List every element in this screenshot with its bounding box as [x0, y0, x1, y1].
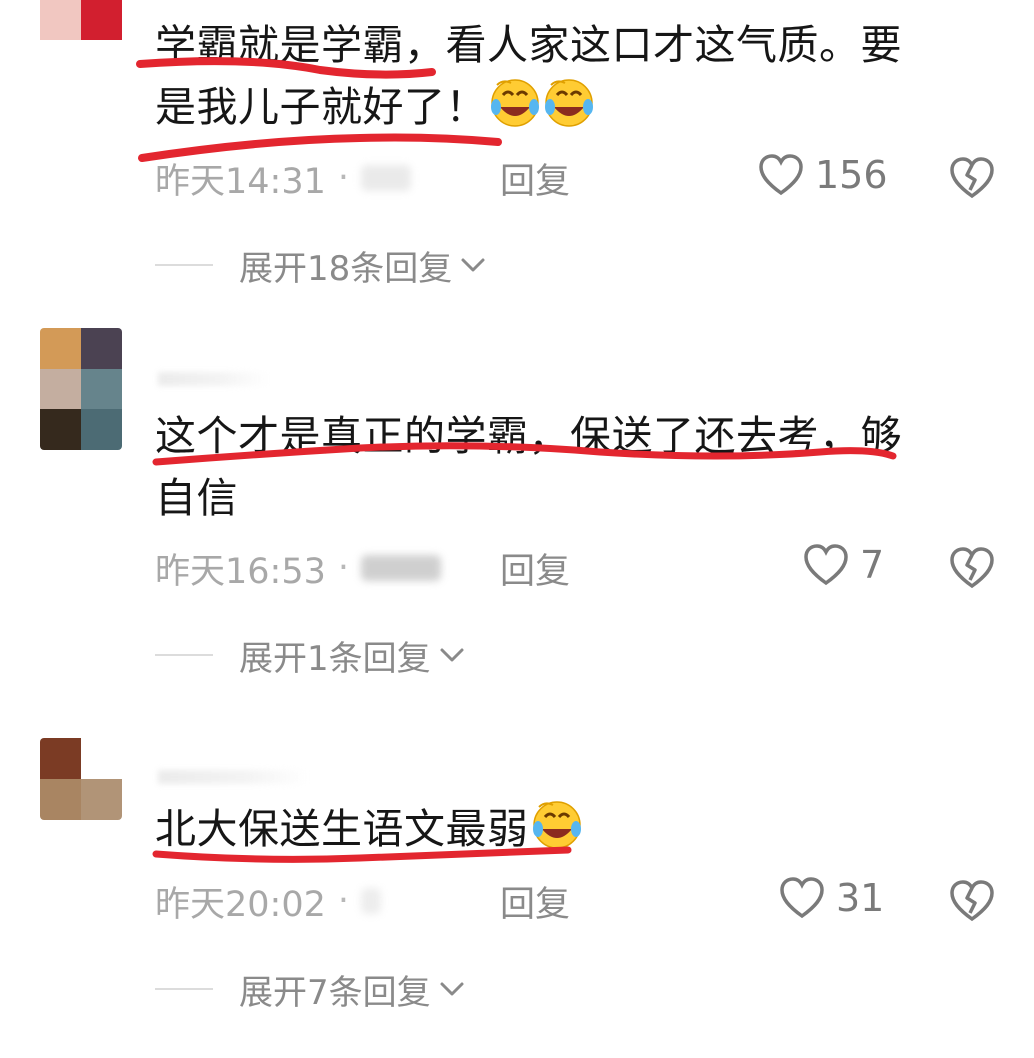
reply-button[interactable]: 回复	[500, 543, 570, 594]
separator-dot: ·	[337, 548, 350, 588]
comment-time: 昨天20:02	[155, 884, 326, 925]
expand-replies[interactable]: 展开7条回复	[155, 964, 465, 1014]
comment-text-line: 这个才是真正的学霸，保送了还去考，够	[155, 412, 902, 460]
blurred-location	[361, 555, 442, 581]
separator-dot: ·	[337, 158, 350, 198]
expand-label: 展开1条回复	[239, 638, 431, 679]
broken-heart-icon[interactable]	[948, 879, 996, 923]
comment-3: 北大保送生语文最弱 昨天20:02 · 回复 31 展开7条回复	[0, 798, 1034, 1058]
expand-replies[interactable]: 展开1条回复	[155, 630, 465, 680]
expand-replies[interactable]: 展开18条回复	[155, 240, 486, 290]
laughing-crying-emoji	[531, 799, 583, 851]
comment-text: 北大保送生语文最弱	[155, 798, 975, 860]
blurred-location	[361, 888, 382, 914]
laughing-crying-emoji	[543, 77, 595, 129]
chevron-down-icon	[440, 982, 464, 996]
blurred-username	[158, 770, 308, 784]
heart-outline-icon	[780, 877, 824, 919]
divider-line	[155, 988, 213, 990]
reply-button[interactable]: 回复	[500, 876, 570, 927]
heart-outline-icon	[759, 154, 803, 196]
reply-button[interactable]: 回复	[500, 153, 570, 204]
chevron-down-icon	[440, 648, 464, 662]
divider-line	[155, 264, 213, 266]
divider-line	[155, 654, 213, 656]
like-count: 31	[836, 876, 885, 920]
expand-label: 展开7条回复	[239, 972, 431, 1013]
blurred-location	[361, 165, 412, 191]
comment-1: 学霸就是学霸，看人家这口才这气质。要 是我儿子就好了！ 昨天14:31 · 回复…	[0, 0, 1034, 300]
comment-text-line: 北大保送生语文最弱	[155, 805, 529, 853]
like-button[interactable]: 156	[757, 153, 888, 197]
comment-text: 这个才是真正的学霸，保送了还去考，够 自信	[155, 405, 975, 529]
laughing-crying-emoji	[489, 77, 541, 129]
broken-heart-icon[interactable]	[948, 546, 996, 590]
comment-text-line: 自信	[155, 474, 238, 522]
comment-2: 这个才是真正的学霸，保送了还去考，够 自信 昨天16:53 · 回复 7 展开1…	[0, 400, 1034, 700]
chevron-down-icon	[461, 258, 485, 272]
like-button[interactable]: 7	[802, 543, 884, 587]
separator-dot: ·	[337, 881, 350, 921]
comment-text-line: 学霸就是学霸，看人家这口才这气质。要	[155, 21, 902, 69]
comment-meta: 昨天20:02 ·	[155, 876, 1015, 926]
like-button[interactable]: 31	[778, 876, 884, 920]
comment-time: 昨天16:53	[155, 551, 326, 592]
expand-label: 展开18条回复	[239, 248, 453, 289]
comment-meta: 昨天16:53 ·	[155, 543, 1015, 593]
comment-text: 学霸就是学霸，看人家这口才这气质。要 是我儿子就好了！	[155, 14, 975, 138]
like-count: 7	[860, 543, 885, 587]
blurred-username	[158, 372, 268, 386]
comment-text-line: 是我儿子就好了！	[155, 83, 487, 131]
like-count: 156	[815, 153, 888, 197]
comment-time: 昨天14:31	[155, 161, 326, 202]
broken-heart-icon[interactable]	[948, 156, 996, 200]
heart-outline-icon	[804, 544, 848, 586]
